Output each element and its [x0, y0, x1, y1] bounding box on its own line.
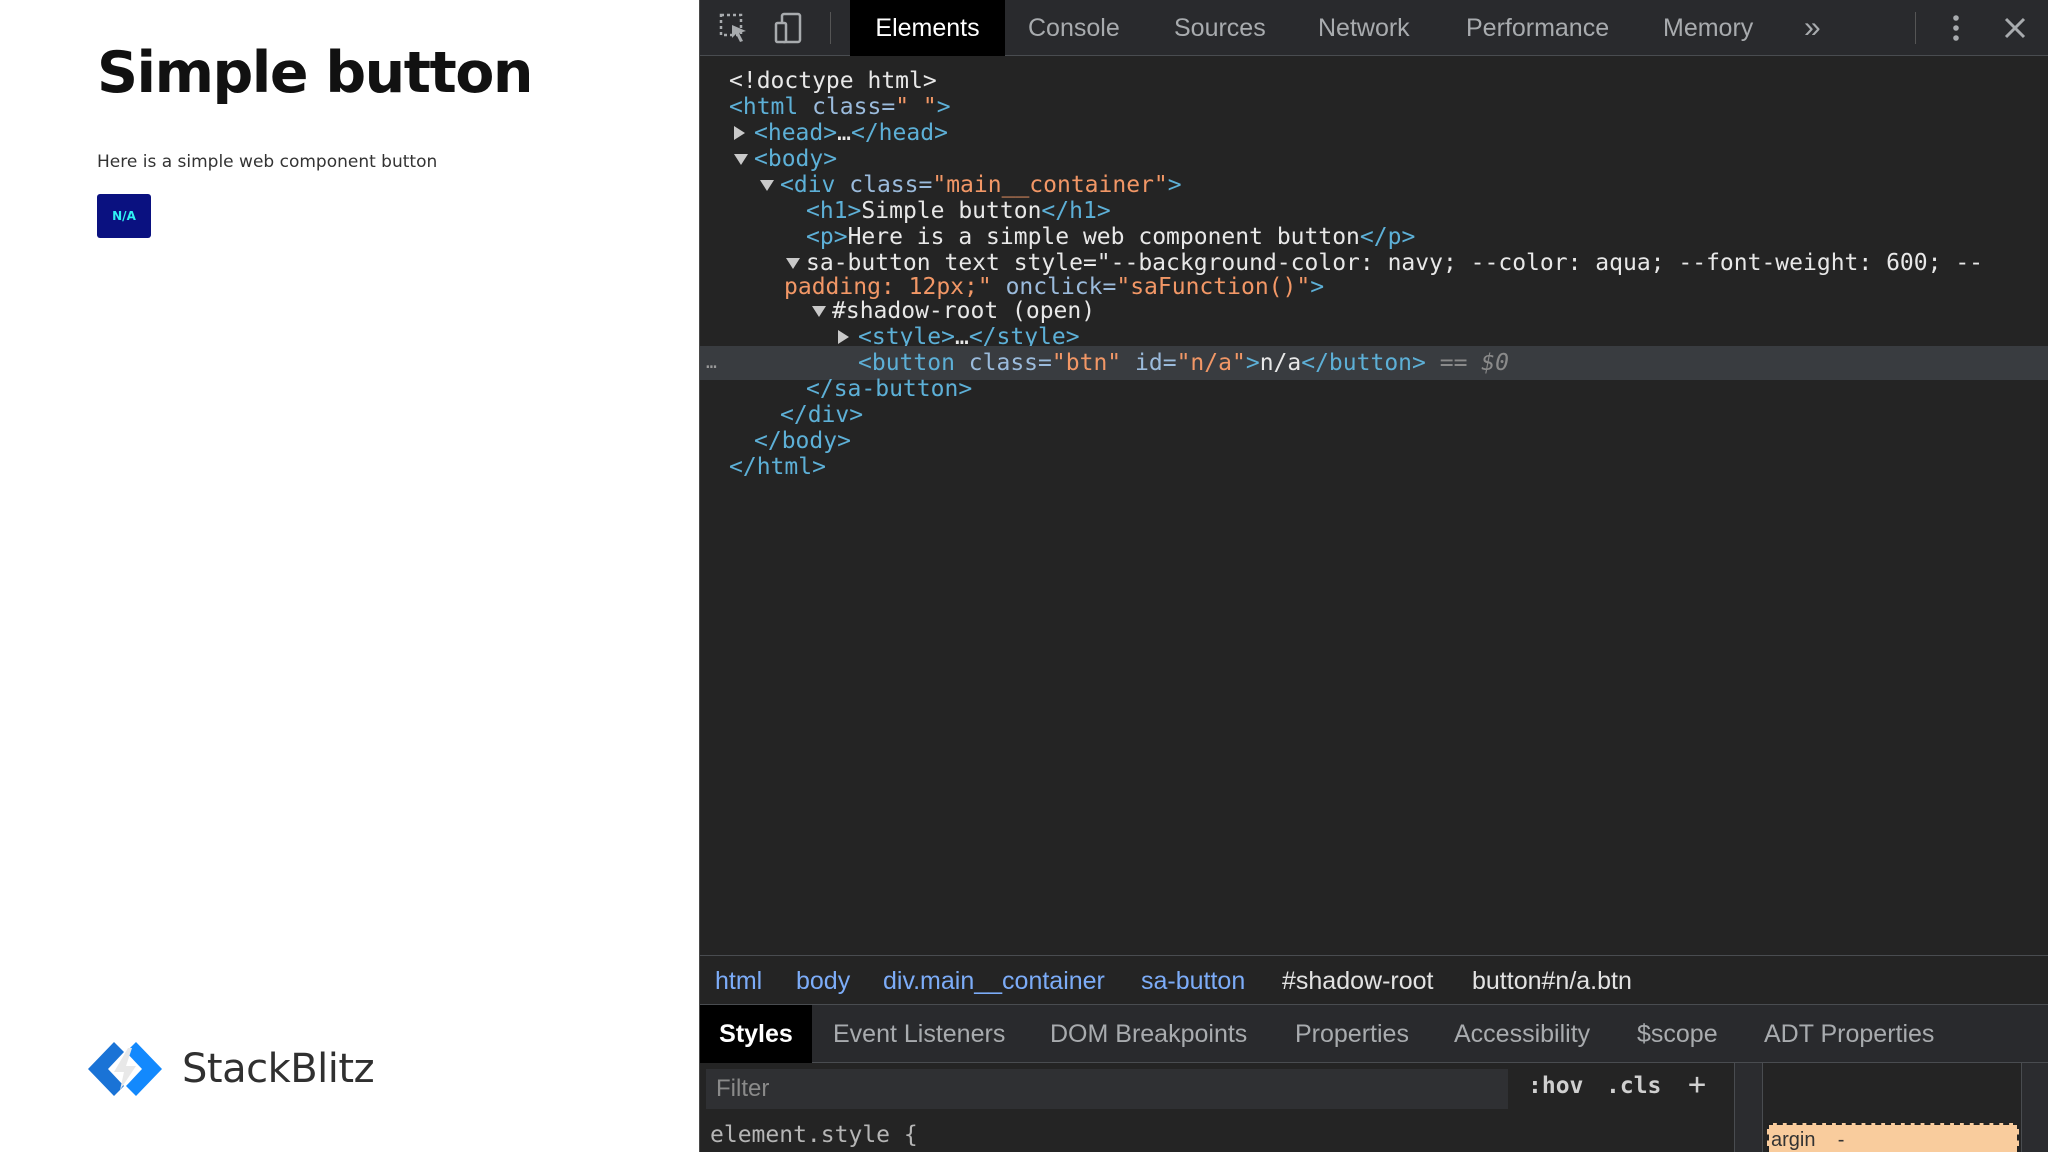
- stackblitz-brand: StackBlitz: [84, 1038, 375, 1100]
- kebab-menu-icon[interactable]: [1938, 10, 1974, 46]
- tab-sources[interactable]: Sources: [1174, 0, 1266, 56]
- subtab-styles[interactable]: Styles: [700, 1005, 812, 1063]
- subtab-adt-properties[interactable]: ADT Properties: [1764, 1005, 1934, 1063]
- new-style-rule-button[interactable]: +: [1688, 1067, 1706, 1102]
- tab-memory[interactable]: Memory: [1663, 0, 1753, 56]
- stackblitz-logo-icon: [88, 1042, 162, 1096]
- styles-filter-row: :hov .cls +: [700, 1063, 1734, 1115]
- crumb-shadow-root[interactable]: #shadow-root: [1282, 956, 1433, 1006]
- device-toolbar-icon[interactable]: [772, 10, 808, 46]
- subtab-dom-breakpoints[interactable]: DOM Breakpoints: [1050, 1005, 1247, 1063]
- collapse-triangle-icon[interactable]: [812, 306, 826, 317]
- close-icon[interactable]: [1997, 10, 2033, 46]
- element-style-rule: element.style {: [710, 1122, 918, 1148]
- tab-network[interactable]: Network: [1318, 0, 1410, 56]
- expand-triangle-icon[interactable]: [734, 126, 745, 140]
- toolbar-divider: [1915, 12, 1916, 44]
- hov-toggle[interactable]: :hov: [1528, 1073, 1583, 1099]
- more-tabs-icon[interactable]: »: [1804, 0, 1821, 56]
- crumb-button[interactable]: button#n/a.btn: [1472, 956, 1632, 1006]
- collapse-triangle-icon[interactable]: [760, 180, 774, 191]
- simple-button[interactable]: N/A: [97, 194, 151, 238]
- toolbar-divider: [830, 12, 831, 44]
- page-heading: Simple button: [97, 40, 533, 106]
- page-paragraph: Here is a simple web component button: [97, 152, 438, 172]
- expand-triangle-icon[interactable]: [838, 330, 849, 344]
- box-model-scrollbar[interactable]: [2021, 1063, 2048, 1152]
- crumb-html[interactable]: html: [715, 956, 762, 1006]
- styles-subtabs: Styles Event Listeners DOM Breakpoints P…: [700, 1005, 2048, 1063]
- devtools-toolbar: Elements Console Sources Network Perform…: [700, 0, 2048, 56]
- crumb-body[interactable]: body: [796, 956, 850, 1006]
- subtab-event-listeners[interactable]: Event Listeners: [833, 1005, 1005, 1063]
- styles-filter-input[interactable]: [706, 1069, 1508, 1109]
- tab-elements[interactable]: Elements: [850, 0, 1005, 56]
- subtab-accessibility[interactable]: Accessibility: [1454, 1005, 1590, 1063]
- crumb-main-container[interactable]: div.main__container: [883, 956, 1105, 1006]
- inspect-element-icon[interactable]: [716, 10, 752, 46]
- crumb-sa-button[interactable]: sa-button: [1141, 956, 1245, 1006]
- dom-tree: <!doctype html> <html class=" "> <head>…</…: [700, 64, 2048, 954]
- devtools-panel: Elements Console Sources Network Perform…: [699, 0, 2048, 1152]
- dom-node-text: </html>: [729, 454, 826, 480]
- preview-pane: Simple button Here is a simple web compo…: [0, 0, 699, 1152]
- box-model-margin: argin -: [1767, 1123, 2019, 1152]
- breadcrumb: html body div.main__container sa-button …: [700, 955, 2048, 1005]
- dom-node-line[interactable]: </html>: [700, 450, 2048, 484]
- tab-performance[interactable]: Performance: [1466, 0, 1609, 56]
- box-model-scrollbar[interactable]: [1735, 1063, 1763, 1152]
- subtab-properties[interactable]: Properties: [1295, 1005, 1409, 1063]
- collapse-triangle-icon[interactable]: [734, 154, 748, 165]
- cls-toggle[interactable]: .cls: [1606, 1073, 1661, 1099]
- brand-name: StackBlitz: [182, 1046, 375, 1092]
- tab-console[interactable]: Console: [1028, 0, 1120, 56]
- collapse-triangle-icon[interactable]: [786, 258, 800, 269]
- subtab-scope[interactable]: $scope: [1637, 1005, 1718, 1063]
- box-model-pane: argin -: [1734, 1063, 2048, 1152]
